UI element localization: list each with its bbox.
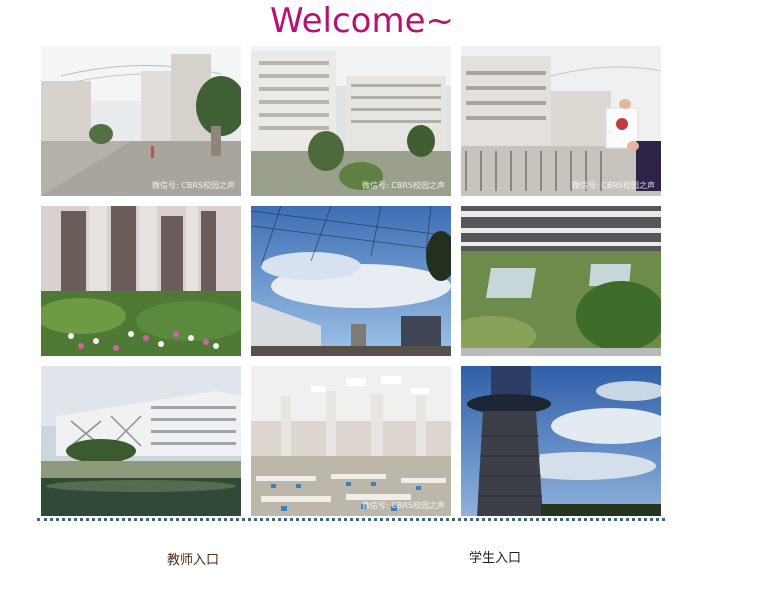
photo-flower-garden: [41, 206, 241, 356]
photo-campus-gate-image: [461, 46, 661, 196]
photo-pond-building-image: [41, 366, 241, 516]
photo-canteen: 微信号: CBRS校园之声: [251, 366, 451, 516]
student-entry-link[interactable]: 学生入口: [469, 551, 521, 567]
photo-white-buildings-image: [251, 46, 451, 196]
photo-sky-canopy: [251, 206, 451, 356]
page-title: Welcome~: [270, 1, 455, 41]
photo-campus-gate: 微信号: CBRS校园之声: [461, 46, 661, 196]
dotted-divider: [37, 518, 665, 521]
photo-campus-plaza-image: [41, 46, 241, 196]
photo-rooftop-garden-image: [461, 206, 661, 356]
photo-pond-building: [41, 366, 241, 516]
photo-watermark: 微信号: CBRS校园之声: [362, 501, 445, 510]
photo-tower: [461, 366, 661, 516]
photo-watermark: 微信号: CBRS校园之声: [362, 181, 445, 190]
photo-tower-image: [461, 366, 661, 516]
photo-sky-canopy-image: [251, 206, 451, 356]
photo-watermark: 微信号: CBRS校园之声: [572, 181, 655, 190]
teacher-entry-link[interactable]: 教师入口: [167, 553, 219, 569]
photo-watermark: 微信号: CBRS校园之声: [152, 181, 235, 190]
photo-flower-garden-image: [41, 206, 241, 356]
photo-canteen-image: [251, 366, 451, 516]
photo-gallery: 微信号: CBRS校园之声 微信号: CBRS校园之声 微信号: CBRS校园之…: [41, 46, 661, 516]
photo-rooftop-garden: [461, 206, 661, 356]
photo-campus-plaza: 微信号: CBRS校园之声: [41, 46, 241, 196]
photo-white-buildings: 微信号: CBRS校园之声: [251, 46, 451, 196]
